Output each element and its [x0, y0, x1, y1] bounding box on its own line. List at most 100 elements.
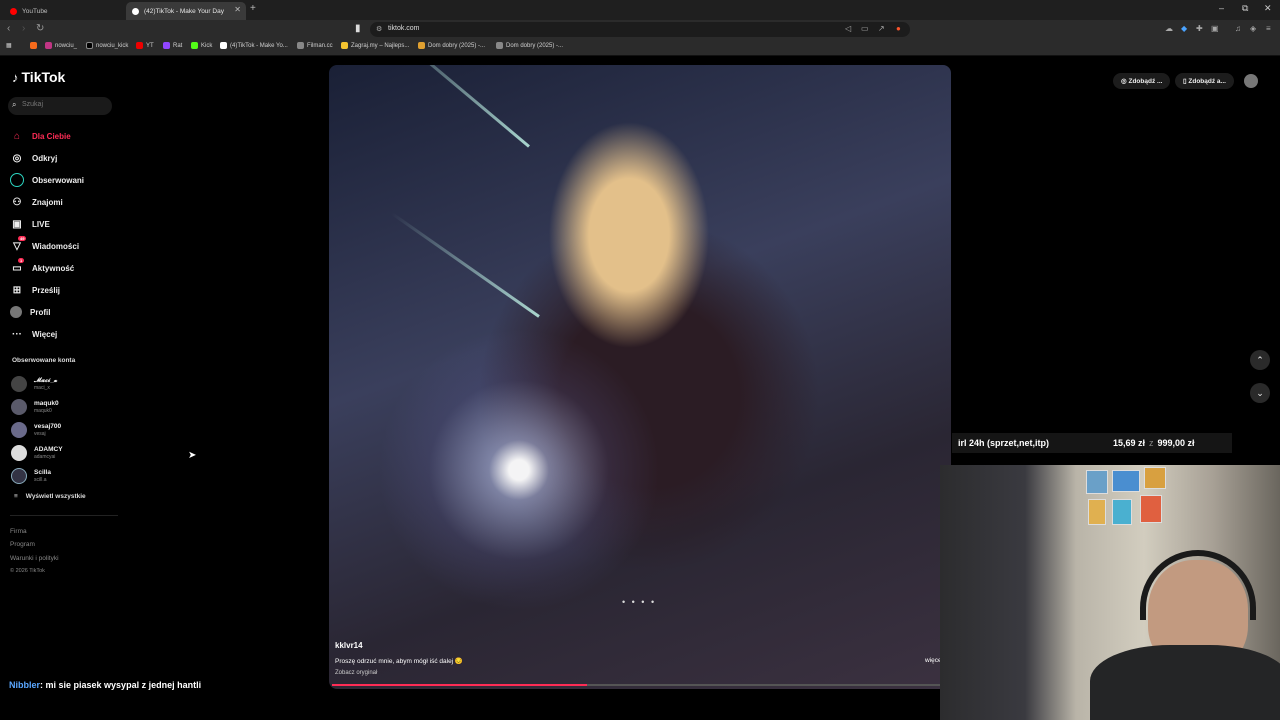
more-icon: ···	[12, 328, 22, 340]
url-text: tiktok.com	[388, 25, 420, 32]
bookmark-item[interactable]: Zagraj.my – Najleps...	[341, 42, 409, 49]
reload-icon[interactable]: ↻	[36, 23, 44, 34]
extension-icon[interactable]: ◆	[1181, 24, 1187, 33]
tab-tiktok[interactable]: (42)TikTok - Make Your Day ✕	[126, 2, 246, 20]
wall-poster	[1088, 499, 1106, 525]
footer-link[interactable]: Firma	[10, 525, 59, 538]
vpn-icon[interactable]: ☁	[1165, 24, 1173, 33]
nav-profil[interactable]: Profil	[10, 301, 120, 323]
tab-youtube[interactable]: YouTube	[4, 2, 124, 20]
cast-icon[interactable]: ▭	[861, 24, 869, 33]
live-icon: ▣	[12, 218, 22, 230]
show-all-link[interactable]: ≡ Wyświetl wszystkie	[14, 493, 86, 500]
search-input[interactable]: ⌕ Szukaj	[8, 97, 112, 115]
laser-beam	[390, 212, 540, 318]
nav-znajomi[interactable]: ⚇ Znajomi	[10, 191, 120, 213]
restore-button[interactable]: ⧉	[1242, 3, 1248, 14]
streamer-body	[1090, 645, 1280, 720]
account-item[interactable]: Scilla scill.a	[11, 464, 63, 487]
brave-shield-icon[interactable]: ●	[896, 24, 901, 33]
close-window-button[interactable]: ✕	[1264, 3, 1272, 14]
tab-label: (42)TikTok - Make Your Day	[144, 7, 224, 15]
new-tab-button[interactable]: +	[250, 3, 256, 14]
wallet-icon[interactable]: ◈	[1250, 24, 1256, 33]
tiktok-logo[interactable]: ♪ TikTok	[12, 69, 65, 85]
wall-poster	[1144, 467, 1166, 489]
bookmark-item[interactable]: nowciu_kick	[86, 42, 128, 49]
get-app-button[interactable]: ▯ Zdobądź a...	[1175, 73, 1234, 89]
account-item[interactable]: vesaj700 vesaj	[11, 418, 63, 441]
home-icon: ⌂	[13, 130, 21, 142]
nav-wiadomosci[interactable]: ▽ 49 Wiadomości	[10, 235, 120, 257]
extensions-icon[interactable]: ✚	[1196, 24, 1203, 33]
share-icon[interactable]: ↗	[878, 24, 885, 33]
nav-dla-ciebie[interactable]: ⌂ Dla Ciebie	[10, 125, 120, 147]
avatar	[11, 421, 27, 438]
get-coins-button[interactable]: ◎ Zdobądź ...	[1113, 73, 1171, 89]
bookmarks-bar: ▦ nowciu_ nowciu_kick YT Rat Kick (4)Tik…	[0, 39, 1280, 56]
nav-aktywnosc[interactable]: ▭ 1 Aktywność	[10, 257, 120, 279]
nav-live[interactable]: ▣ LIVE	[10, 213, 120, 235]
following-icon	[10, 173, 24, 187]
nav-odkryj[interactable]: ◎ Odkryj	[10, 147, 120, 169]
video-author[interactable]: kklvr14	[335, 641, 363, 650]
footer-link[interactable]: Warunki i polityki	[10, 552, 59, 565]
bookmark-item[interactable]: Filman.cc	[297, 42, 333, 49]
account-item[interactable]: 𝓜𝓪𝓬𝓲_𝔁 maci_x	[11, 372, 63, 395]
user-avatar[interactable]	[1244, 74, 1258, 88]
bookmark-icon[interactable]: ▮	[355, 23, 361, 34]
profile-icon	[10, 306, 22, 318]
bookmark-item[interactable]: Rat	[163, 42, 182, 49]
messages-icon: ▽	[13, 240, 21, 252]
site-info-icon[interactable]: ⚙	[376, 25, 382, 33]
compass-icon: ◎	[12, 152, 22, 164]
friends-icon: ⚇	[12, 196, 22, 208]
wall-poster	[1112, 470, 1140, 492]
bookmark-item[interactable]	[30, 42, 37, 49]
sidebar-nav: ⌂ Dla Ciebie ◎ Odkryj Obserwowani ⚇ Znajomi…	[10, 125, 120, 345]
nav-wiecej[interactable]: ··· Więcej	[10, 323, 120, 345]
see-original-link[interactable]: Zobacz oryginał	[335, 670, 377, 676]
chat-text: : mi sie piasek wysypal z jednej hantli	[40, 680, 202, 690]
minimize-button[interactable]: –	[1219, 3, 1224, 13]
previous-video-button[interactable]: ⌃	[1250, 350, 1270, 370]
upload-icon: ⊞	[12, 284, 22, 296]
sidebar-icon[interactable]: ▣	[1211, 24, 1219, 33]
bookmark-item[interactable]: Kick	[191, 42, 212, 49]
video-progress[interactable]	[332, 684, 940, 686]
bookmark-item[interactable]: Dom dobry (2025) -...	[418, 42, 485, 49]
avatar	[11, 398, 27, 415]
divider	[10, 515, 118, 516]
bookmark-item[interactable]: Dom dobry (2025) -...	[496, 42, 563, 49]
bookmark-item[interactable]: nowciu_	[45, 42, 77, 49]
followed-accounts-list: 𝓜𝓪𝓬𝓲_𝔁 maci_x maquk0 maquk0 vesaj700 vesaj …	[11, 372, 63, 487]
video-player[interactable]: • • • • kklvr14 Proszę odrzuć mnie, abym…	[329, 65, 951, 689]
account-item[interactable]: ADAMCY adamcyai	[11, 441, 63, 464]
next-video-button[interactable]: ⌄	[1250, 383, 1270, 403]
copyright: © 2026 TikTok	[10, 567, 45, 574]
loading-dots: • • • •	[622, 597, 657, 607]
wall-poster	[1140, 495, 1162, 523]
mute-icon[interactable]: ◁	[845, 24, 851, 33]
media-icon[interactable]: ♫	[1235, 24, 1241, 33]
menu-icon[interactable]: ≡	[1266, 24, 1271, 33]
bookmark-item[interactable]: (4)TikTok - Make Yo...	[220, 42, 288, 49]
chat-username: Nibbler	[9, 680, 41, 690]
close-tab-icon[interactable]: ✕	[234, 5, 241, 14]
nav-przeslij[interactable]: ⊞ Prześlij	[10, 279, 120, 301]
url-bar[interactable]: ⚙ tiktok.com	[370, 22, 910, 37]
apps-icon[interactable]: ▦	[6, 42, 12, 49]
mouse-cursor-icon: ➤	[188, 450, 197, 461]
account-item[interactable]: maquk0 maquk0	[11, 395, 63, 418]
avatar	[11, 444, 27, 461]
donation-goal: irl 24h (sprzet,net,itp) 15,69 zł z 999,00…	[952, 433, 1232, 453]
video-description: Proszę odrzuć mnie, abym mógł iść dalej …	[335, 658, 464, 665]
footer-link[interactable]: Program	[10, 538, 59, 551]
goal-amount: 15,69 zł z 999,00 zł	[1113, 438, 1195, 448]
nav-obserwowani[interactable]: Obserwowani	[10, 169, 120, 191]
forward-icon[interactable]: ›	[22, 23, 25, 34]
back-icon[interactable]: ‹	[7, 23, 10, 34]
wall-poster	[1112, 499, 1132, 525]
list-icon: ≡	[14, 493, 18, 500]
bookmark-item[interactable]: YT	[136, 42, 154, 49]
